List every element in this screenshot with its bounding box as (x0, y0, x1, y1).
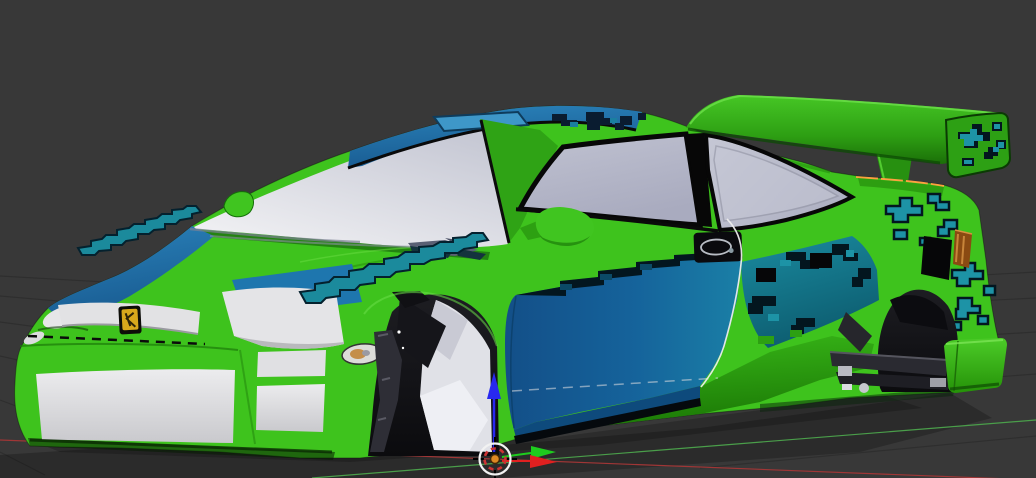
main-intake (36, 369, 235, 443)
rear-bumper-corner[interactable] (944, 338, 1007, 393)
wing-endplate (944, 111, 1012, 179)
grille-badge (118, 305, 142, 335)
fog-recess-upper (257, 350, 326, 377)
viewport-3d[interactable]: 3D viewport - green tuner car body shell… (0, 0, 1036, 478)
tail-black-panel (921, 236, 952, 280)
door-handle[interactable] (693, 231, 743, 263)
fog-recess-lower (256, 384, 325, 432)
object-origin-dot[interactable] (489, 453, 501, 465)
